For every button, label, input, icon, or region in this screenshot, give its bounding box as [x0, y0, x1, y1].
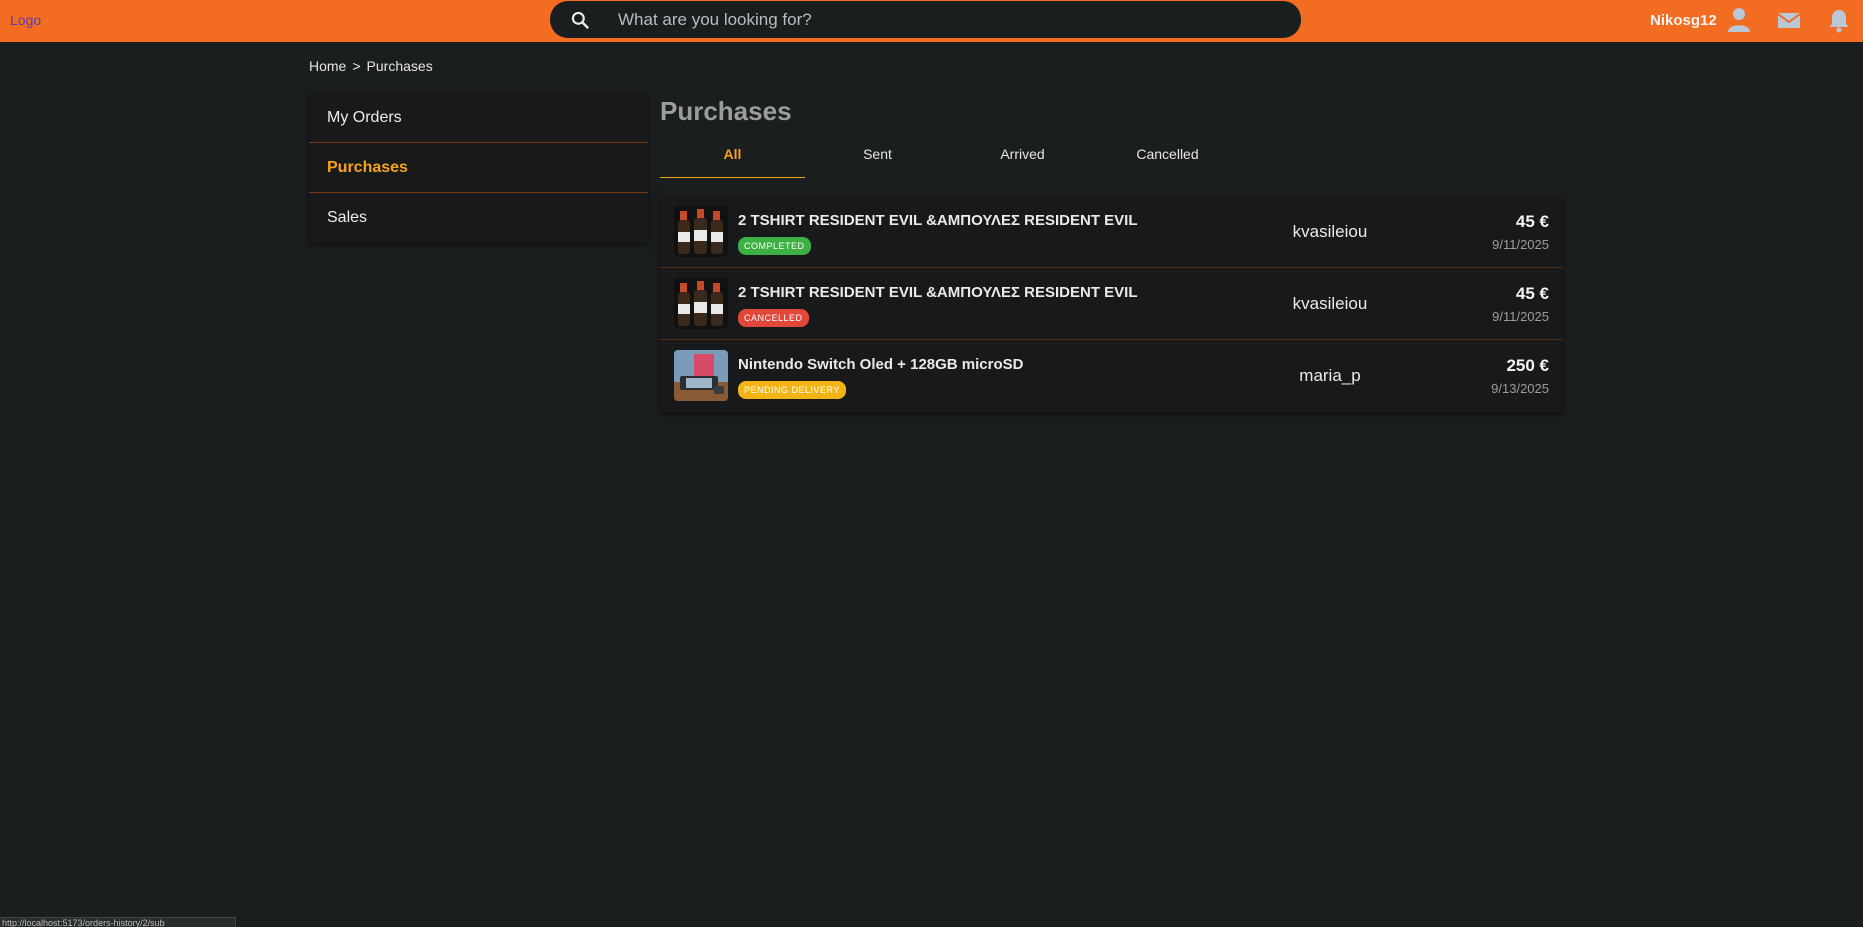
order-price: 45 € [1515, 212, 1549, 231]
breadcrumb-current: Purchases [366, 58, 433, 74]
order-title: 2 TSHIRT RESIDENT EVIL &ΑΜΠΟΥΛΕΣ RESIDEN… [738, 284, 1138, 301]
search-input[interactable] [618, 7, 1278, 33]
order-date: 9/11/2025 [1492, 237, 1549, 252]
breadcrumb: Home > Purchases [309, 58, 439, 74]
product-thumbnail [674, 206, 728, 257]
bell-icon[interactable] [1826, 6, 1852, 34]
user-icon[interactable] [1726, 6, 1752, 34]
status-badge: CANCELLED [738, 309, 809, 327]
product-thumbnail [674, 278, 728, 329]
seller-name[interactable]: kvasileiou [1250, 222, 1410, 242]
seller-name[interactable]: maria_p [1250, 366, 1410, 386]
tab-all[interactable]: All [660, 140, 805, 178]
seller-name[interactable]: kvasileiou [1250, 294, 1410, 314]
search-bar[interactable] [550, 1, 1301, 38]
tab-sent[interactable]: Sent [805, 140, 950, 178]
breadcrumb-separator: > [352, 58, 361, 74]
sidebar-item-my-orders[interactable]: My Orders [309, 93, 648, 143]
top-navbar: Logo Nikosg12 [0, 0, 1863, 42]
order-date: 9/13/2025 [1491, 381, 1549, 396]
product-thumbnail [674, 350, 728, 401]
search-icon[interactable] [570, 10, 590, 30]
page-title: Purchases [660, 96, 792, 126]
order-title: Nintendo Switch Oled + 128GB microSD [738, 356, 1024, 373]
logo-link[interactable]: Logo [10, 12, 41, 28]
filter-tabs: All Sent Arrived Cancelled [660, 140, 1240, 178]
order-row[interactable]: 2 TSHIRT RESIDENT EVIL &ΑΜΠΟΥΛΕΣ RESIDEN… [660, 196, 1563, 268]
sidebar: My Orders Purchases Sales [309, 93, 648, 243]
status-badge: COMPLETED [738, 237, 811, 255]
tab-cancelled[interactable]: Cancelled [1095, 140, 1240, 178]
order-row[interactable]: 2 TSHIRT RESIDENT EVIL &ΑΜΠΟΥΛΕΣ RESIDEN… [660, 268, 1563, 340]
mail-icon[interactable] [1776, 6, 1802, 34]
order-date: 9/11/2025 [1492, 309, 1549, 324]
status-badge: PENDING DELIVERY [738, 381, 846, 399]
order-row[interactable]: Nintendo Switch Oled + 128GB microSD PEN… [660, 340, 1563, 412]
order-title: 2 TSHIRT RESIDENT EVIL &ΑΜΠΟΥΛΕΣ RESIDEN… [738, 212, 1138, 229]
breadcrumb-home[interactable]: Home [309, 58, 346, 74]
browser-status-url: http://localhost:5173/orders-history/2/s… [0, 917, 236, 927]
username-label[interactable]: Nikosg12 [1650, 12, 1717, 29]
sidebar-item-sales[interactable]: Sales [309, 193, 648, 243]
order-price: 250 € [1506, 356, 1549, 375]
tab-arrived[interactable]: Arrived [950, 140, 1095, 178]
order-price: 45 € [1515, 284, 1549, 303]
sidebar-item-purchases[interactable]: Purchases [309, 143, 648, 193]
orders-list: 2 TSHIRT RESIDENT EVIL &ΑΜΠΟΥΛΕΣ RESIDEN… [660, 196, 1563, 412]
